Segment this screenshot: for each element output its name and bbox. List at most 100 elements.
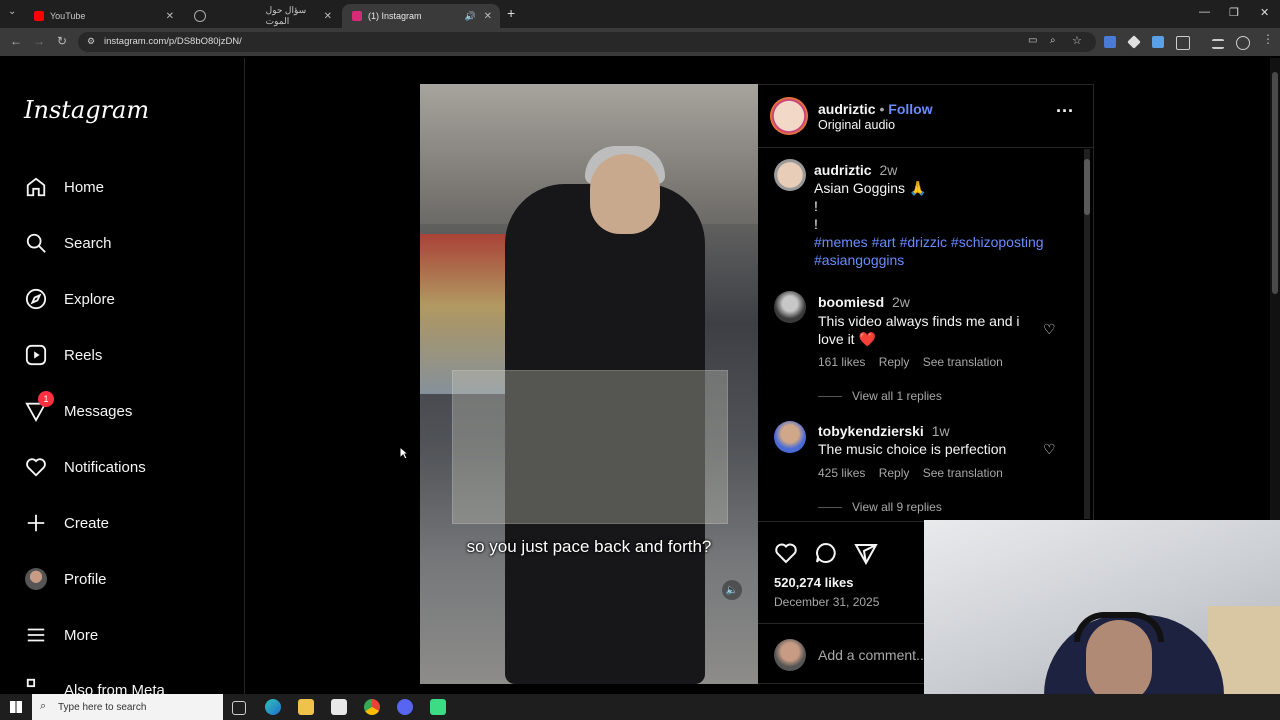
tab-search-icon[interactable]: ⌄	[8, 6, 16, 17]
author-username[interactable]: audriztic	[818, 101, 876, 117]
replies-dash	[818, 507, 842, 509]
nav-label: Explore	[64, 290, 115, 308]
tab-youtube[interactable]: YouTube ✕	[24, 4, 182, 28]
view-replies-button[interactable]: View all 1 replies	[818, 389, 942, 403]
comment-text: This video always finds me and i love it…	[818, 313, 1020, 347]
cloud-ext-icon[interactable]	[1152, 36, 1164, 48]
more-options-icon[interactable]: ···	[1056, 101, 1074, 122]
add-comment-input[interactable]: Add a comment...	[818, 647, 928, 663]
app-icon[interactable]	[430, 699, 446, 715]
nav-label: Messages	[64, 402, 133, 420]
minimize-button[interactable]: —	[1199, 6, 1210, 18]
see-translation-button[interactable]: See translation	[923, 355, 1003, 369]
comments-scrollbar[interactable]	[1084, 149, 1090, 519]
page-scrollbar-thumb[interactable]	[1272, 72, 1278, 294]
instagram-logo[interactable]: Instagram	[24, 96, 149, 124]
close-tab-icon[interactable]: ✕	[324, 11, 332, 22]
comment-avatar[interactable]	[774, 421, 806, 453]
browser-tab-bar: ⌄ YouTube ✕ سؤال حول الموت ✕ (1) Instagr…	[0, 0, 1280, 28]
nav-create[interactable]: Create	[24, 508, 109, 538]
close-window-button[interactable]: ✕	[1260, 6, 1269, 19]
reload-icon[interactable]: ↻	[57, 34, 67, 48]
chrome-icon[interactable]	[364, 699, 380, 715]
taskbar-search-input[interactable]: ⌕ Type here to search	[32, 694, 223, 720]
video-person-head	[590, 154, 660, 234]
caption-username[interactable]: audriztic	[814, 162, 872, 178]
tab-instagram[interactable]: (1) Instagram 🔊 ✕	[342, 4, 500, 28]
comment-username[interactable]: boomiesd	[818, 294, 884, 310]
menu-icon	[24, 623, 48, 647]
tab-title: YouTube	[50, 11, 86, 21]
nav-explore[interactable]: Explore	[24, 284, 115, 314]
nav-reels[interactable]: Reels	[24, 340, 102, 370]
mute-icon[interactable]: 🔈	[722, 580, 742, 600]
edge-icon[interactable]	[265, 699, 281, 715]
install-icon[interactable]: ▭	[1028, 35, 1037, 46]
kebab-menu-icon[interactable]: ⋮	[1262, 32, 1274, 46]
store-icon[interactable]	[331, 699, 347, 715]
comment-avatar[interactable]	[774, 291, 806, 323]
app-icon[interactable]	[397, 699, 413, 715]
comment-username[interactable]: tobykendzierski	[818, 423, 924, 439]
zoom-icon[interactable]: ⌕	[1050, 35, 1056, 46]
restore-button[interactable]: ❐	[1229, 6, 1239, 19]
search-placeholder: Type here to search	[58, 701, 147, 713]
reel-video[interactable]: so you just pace back and forth? 🔈	[420, 84, 758, 684]
windows-start-icon[interactable]	[10, 701, 22, 713]
close-tab-icon[interactable]: ✕	[166, 11, 174, 22]
search-icon	[24, 231, 48, 255]
caption-time: 2w	[879, 162, 898, 178]
forward-icon[interactable]: →	[33, 34, 45, 48]
caption-hashtags[interactable]: #asiangoggins	[814, 252, 904, 268]
caption-line: !	[814, 198, 818, 214]
nav-home[interactable]: Home	[24, 172, 104, 202]
bookmark-star-icon[interactable]: ☆	[1072, 34, 1082, 47]
reply-button[interactable]: Reply	[879, 355, 910, 369]
reply-button[interactable]: Reply	[879, 466, 910, 480]
file-explorer-icon[interactable]	[298, 699, 314, 715]
media-icon[interactable]	[1212, 39, 1224, 49]
like-comment-icon[interactable]: ♡	[1043, 441, 1059, 457]
scrollbar-thumb[interactable]	[1084, 159, 1090, 215]
webcam-overlay	[924, 520, 1280, 720]
audio-icon[interactable]: 🔊	[465, 11, 476, 22]
nav-messages[interactable]: 1 Messages	[24, 391, 133, 426]
diamond-ext-icon[interactable]	[1127, 35, 1141, 49]
task-view-icon[interactable]	[232, 701, 246, 715]
tab-chat[interactable]: سؤال حول الموت ✕	[184, 4, 340, 28]
comment-likes[interactable]: 425 likes	[818, 466, 865, 480]
nav-more[interactable]: More	[24, 620, 98, 650]
caption-line: !	[814, 216, 818, 232]
share-icon[interactable]	[854, 541, 878, 568]
audio-label[interactable]: Original audio	[818, 118, 895, 132]
like-comment-icon[interactable]: ♡	[1043, 321, 1059, 337]
nav-notifications[interactable]: Notifications	[24, 452, 146, 482]
follow-button[interactable]: Follow	[888, 101, 932, 117]
nav-search[interactable]: Search	[24, 228, 112, 258]
caption-hashtags[interactable]: #memes #art #drizzic #schizoposting	[814, 234, 1044, 250]
nav-profile[interactable]: Profile	[24, 564, 107, 594]
translate-ext-icon[interactable]	[1104, 36, 1116, 48]
close-tab-icon[interactable]: ✕	[484, 11, 492, 22]
extensions-icon[interactable]	[1176, 36, 1190, 50]
account-icon[interactable]	[1236, 36, 1250, 50]
separator-dot: •	[879, 101, 889, 117]
nav-label: Notifications	[64, 458, 146, 476]
view-replies-button[interactable]: View all 9 replies	[818, 500, 942, 514]
comment-likes[interactable]: 161 likes	[818, 355, 865, 369]
likes-count[interactable]: 520,274 likes	[774, 575, 854, 590]
see-translation-button[interactable]: See translation	[923, 466, 1003, 480]
post-header: audriztic • Follow Original audio ···	[758, 85, 1094, 148]
instagram-sidebar: Instagram Home Search Explore Reels 1 Me…	[0, 58, 245, 698]
new-tab-button[interactable]: +	[507, 5, 515, 21]
caption-avatar[interactable]	[774, 159, 806, 191]
url-field[interactable]: ⚙ instagram.com/p/DS8bO80jzDN/ ▭ ⌕ ☆	[78, 32, 1096, 52]
site-info-icon[interactable]: ⚙	[87, 36, 95, 47]
back-icon[interactable]: ←	[10, 34, 22, 48]
nav-label: Reels	[64, 346, 103, 364]
comment-icon[interactable]	[814, 541, 838, 568]
comment-text: The music choice is perfection	[818, 441, 1007, 457]
like-icon[interactable]	[774, 541, 798, 568]
author-avatar[interactable]	[770, 97, 808, 135]
replies-dash	[818, 396, 842, 398]
